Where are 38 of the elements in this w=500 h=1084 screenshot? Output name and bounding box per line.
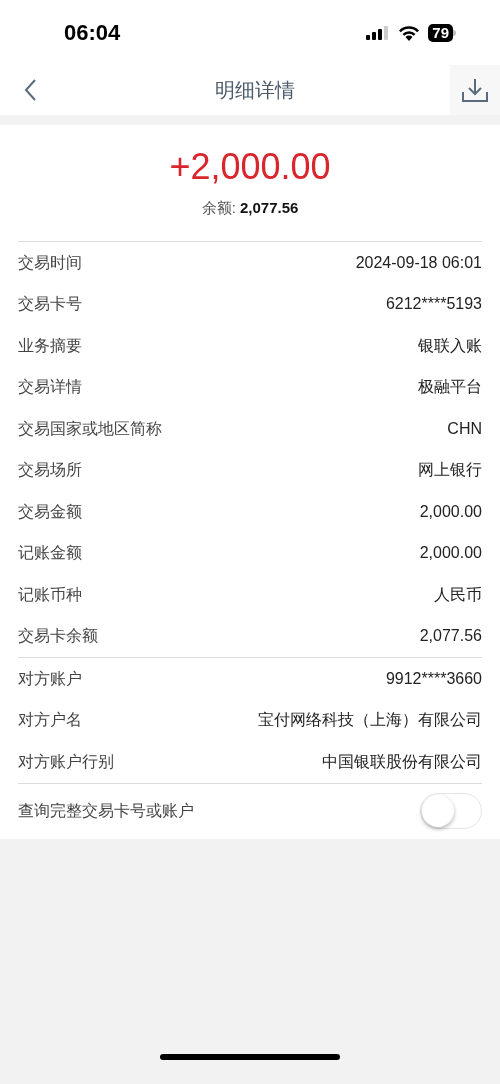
row-value: 2,000.00 — [419, 543, 482, 564]
toggle-label: 查询完整交易卡号或账户 — [18, 801, 194, 821]
row-label: 交易时间 — [18, 252, 82, 273]
back-icon — [23, 78, 37, 102]
row-value: 网上银行 — [418, 460, 482, 481]
balance-text: 余额: 2,077.56 — [201, 198, 299, 218]
row-value: 极融平台 — [418, 377, 482, 398]
row-label: 对方户名 — [18, 710, 82, 731]
download-button[interactable] — [450, 65, 500, 115]
row-value: 2,000.00 — [419, 501, 482, 522]
row-label: 交易卡余额 — [18, 626, 98, 647]
wifi-icon — [398, 24, 421, 41]
row-label: 交易卡号 — [18, 294, 82, 315]
battery-level: 79 — [428, 23, 453, 42]
row-label: 交易金额 — [18, 501, 82, 522]
row-value: 人民币 — [434, 584, 482, 605]
row-value: CHN — [447, 418, 482, 439]
signal-icon — [366, 25, 391, 40]
row-value: 宝付网络科技（上海）有限公司 — [258, 710, 482, 731]
row-value: 2024-09-18 06:01 — [355, 252, 482, 273]
row-label: 记账金额 — [18, 543, 82, 564]
row-value: 6212****5193 — [385, 294, 482, 315]
row-label: 业务摘要 — [18, 335, 82, 356]
page-title: 明细详情 — [215, 78, 295, 103]
row-label: 记账币种 — [18, 584, 82, 605]
row-label: 交易场所 — [18, 460, 82, 481]
row-value: 2,077.56 — [419, 626, 482, 647]
download-icon — [461, 77, 489, 103]
toggle-switch[interactable] — [420, 793, 482, 829]
row-value: 9912****3660 — [385, 668, 482, 689]
amount: +2,000.00 — [169, 145, 331, 189]
row-label: 对方账户 — [18, 668, 82, 689]
row-value: 中国银联股份有限公司 — [322, 751, 482, 772]
row-label: 交易国家或地区简称 — [18, 418, 162, 439]
row-value: 银联入账 — [418, 335, 482, 356]
row-label: 交易详情 — [18, 377, 82, 398]
status-time: 06:04 — [64, 19, 121, 47]
row-label: 对方账户行别 — [18, 751, 114, 772]
